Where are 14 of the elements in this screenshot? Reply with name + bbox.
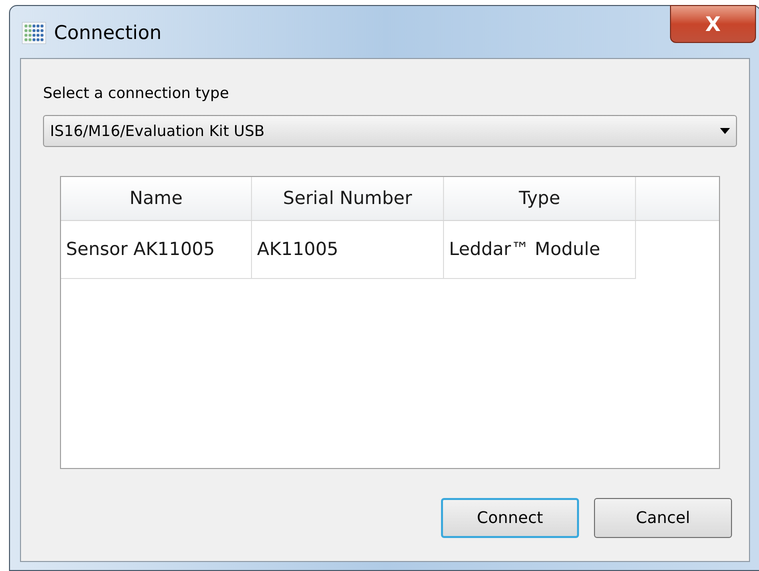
grid-icon [22,22,46,44]
field-label: Select a connection type [43,83,230,103]
table-cell: Leddar™ Module [444,221,636,279]
close-button[interactable]: X [670,5,756,43]
dropdown-arrow-icon [720,128,730,134]
dialog-button[interactable]: Connect [441,498,579,538]
column-header[interactable]: Type [444,177,636,220]
dialog-button[interactable]: Cancel [594,498,732,538]
window-title: Connection [54,21,162,46]
table-cell: Sensor AK11005 [61,221,252,279]
column-header[interactable]: Serial Number [252,177,444,220]
column-header[interactable]: Name [61,177,252,220]
connection-type-dropdown[interactable]: IS16/M16/Evaluation Kit USB [43,115,737,147]
table-cell: AK11005 [252,221,444,279]
